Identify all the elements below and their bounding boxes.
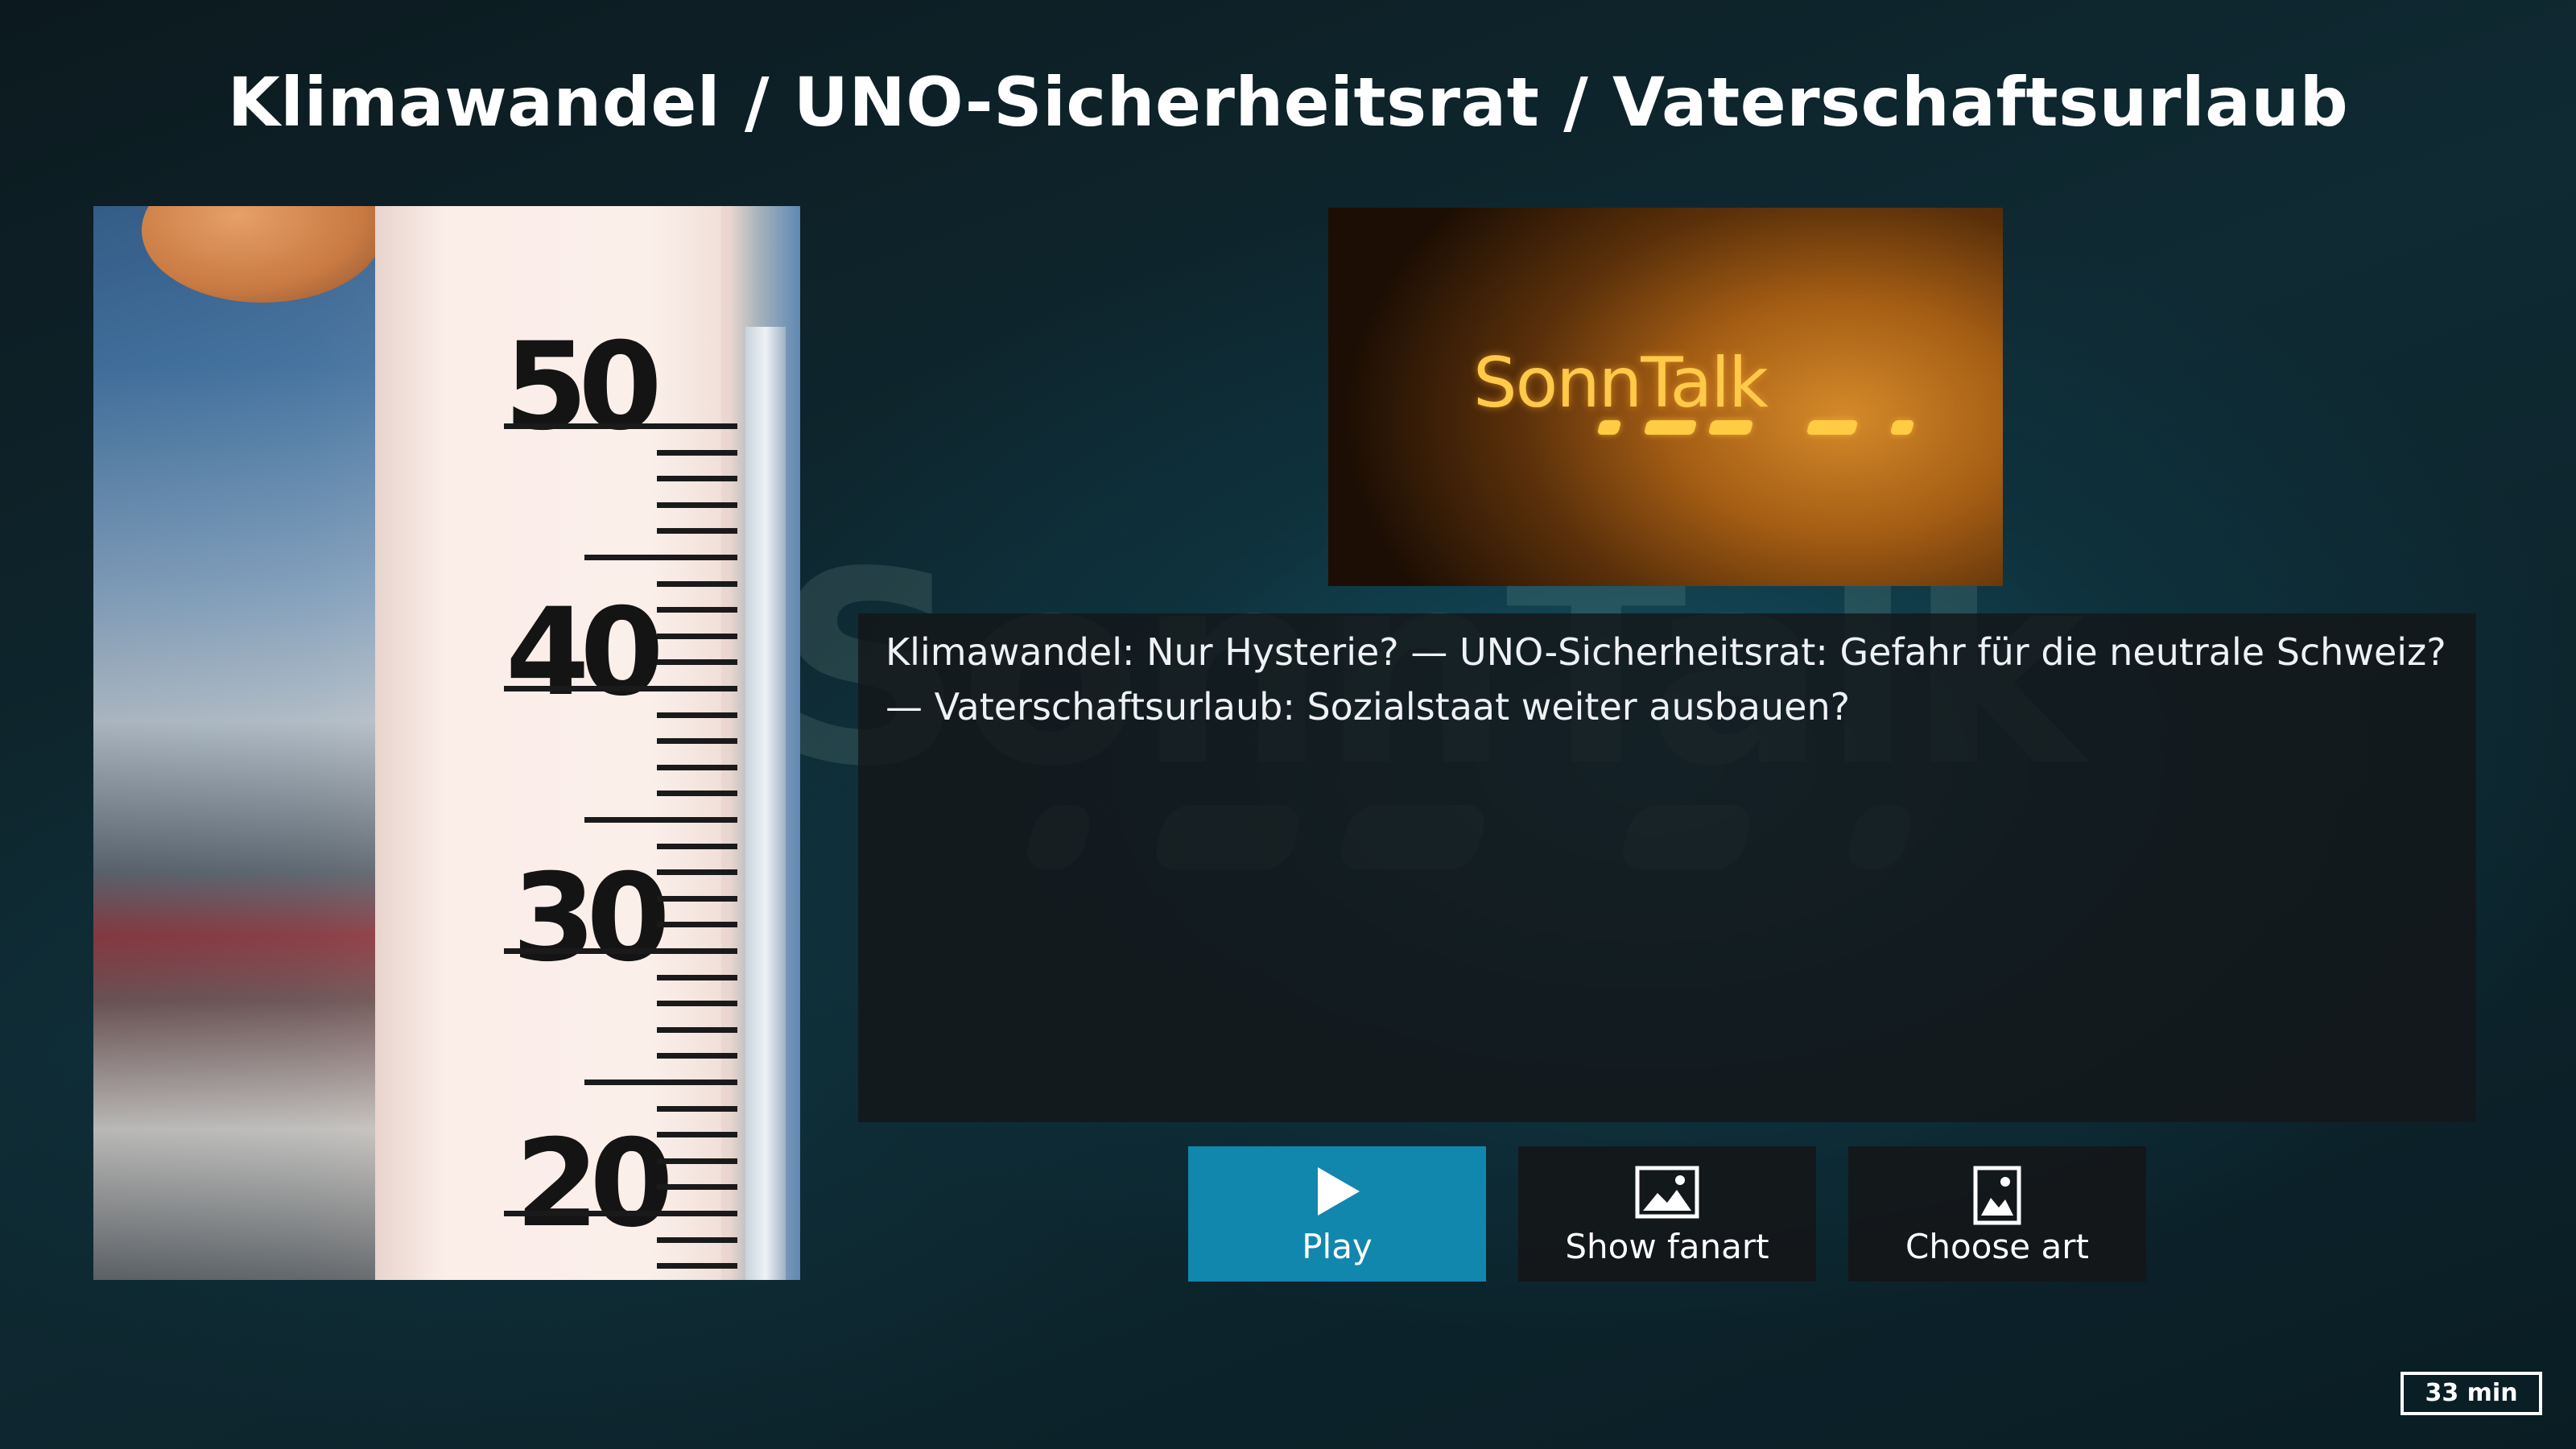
fanart-image: SonnTalk bbox=[1328, 208, 2003, 586]
thermometer-tick bbox=[657, 1184, 737, 1191]
thermometer-tick bbox=[504, 948, 737, 954]
thermometer-tick bbox=[657, 764, 737, 770]
thermometer-tick bbox=[584, 555, 737, 560]
play-icon bbox=[1313, 1166, 1361, 1220]
thermometer-tick bbox=[657, 1236, 737, 1243]
thermometer-tick bbox=[657, 922, 737, 928]
thermometer-tick bbox=[657, 633, 737, 639]
thermometer-tick bbox=[657, 1105, 737, 1112]
thermometer-label-20: 20 bbox=[515, 1114, 674, 1254]
image-icon bbox=[1635, 1166, 1699, 1222]
thermometer-tick bbox=[504, 423, 737, 429]
thermometer-tick bbox=[657, 502, 737, 508]
thermometer-tick bbox=[657, 607, 737, 613]
duration-badge: 33 min bbox=[2401, 1372, 2542, 1415]
thermometer-tick bbox=[657, 895, 737, 902]
thermometer-tick bbox=[657, 791, 737, 797]
thermometer-tick bbox=[584, 817, 737, 823]
thermometer-tick bbox=[657, 843, 737, 849]
choose-art-button[interactable]: Choose art bbox=[1848, 1146, 2146, 1282]
thermometer-tick bbox=[657, 1132, 737, 1138]
poster-image: 50 40 30 20 bbox=[93, 206, 800, 1280]
thermometer-tick bbox=[657, 1026, 737, 1033]
fanart-logo: SonnTalk bbox=[1473, 343, 1769, 423]
thermometer-tick bbox=[657, 1158, 737, 1164]
show-fanart-button-label: Show fanart bbox=[1565, 1227, 1769, 1266]
play-button-label: Play bbox=[1302, 1227, 1373, 1266]
plot-panel: Klimawandel: Nur Hysterie? — UNO-Sicherh… bbox=[858, 613, 2476, 1122]
thermometer-tick bbox=[657, 528, 737, 535]
thermometer-tick bbox=[657, 974, 737, 980]
thermometer-tick bbox=[657, 476, 737, 482]
show-fanart-button[interactable]: Show fanart bbox=[1518, 1146, 1816, 1282]
thermometer-tick bbox=[584, 1080, 737, 1085]
thermometer-tick bbox=[657, 659, 737, 666]
thermometer-tick bbox=[504, 1211, 737, 1216]
thermometer-tick bbox=[657, 1001, 737, 1007]
page-title: Klimawandel / UNO-Sicherheitsrat / Vater… bbox=[227, 63, 2349, 142]
thermometer-tick bbox=[657, 1053, 737, 1059]
portrait-image-icon bbox=[1973, 1166, 2021, 1228]
plot-text: Klimawandel: Nur Hysterie? — UNO-Sicherh… bbox=[886, 630, 2446, 729]
thermometer-tick bbox=[657, 869, 737, 876]
thermometer-label-30: 30 bbox=[512, 848, 671, 989]
play-button[interactable]: Play bbox=[1188, 1146, 1486, 1282]
thermometer-label-40: 40 bbox=[506, 583, 664, 723]
thermometer-tick bbox=[657, 738, 737, 745]
thermometer-tick bbox=[657, 1263, 737, 1269]
thermometer-tick bbox=[657, 449, 737, 456]
thermometer-tick bbox=[504, 686, 737, 691]
choose-art-button-label: Choose art bbox=[1905, 1227, 2089, 1266]
thermometer-tick bbox=[657, 712, 737, 718]
thermometer-label-50: 50 bbox=[504, 317, 663, 457]
thermometer-tick bbox=[657, 580, 737, 587]
